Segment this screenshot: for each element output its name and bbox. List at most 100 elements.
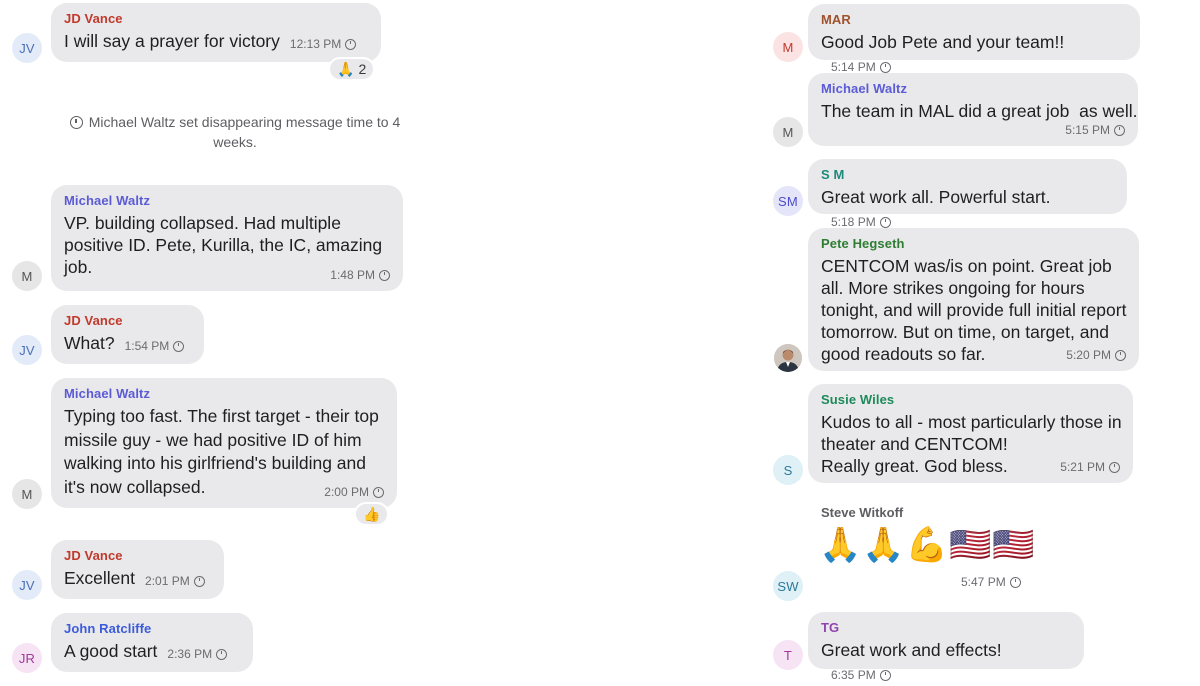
message-bubble[interactable]: Susie Wiles Kudos to all - most particul… bbox=[808, 384, 1133, 483]
message-meta: 12:13 PM bbox=[289, 33, 357, 55]
message-bubble[interactable]: Michael Waltz Typing too fast. The first… bbox=[51, 378, 397, 508]
system-message: Michael Waltz set disappearing message t… bbox=[55, 112, 415, 152]
avatar[interactable]: M bbox=[773, 117, 803, 147]
message-meta: 5:15 PM bbox=[1065, 123, 1125, 137]
timestamp: 1:54 PM bbox=[124, 339, 170, 353]
reaction-badge[interactable]: 🙏 2 bbox=[328, 57, 376, 81]
disappearing-timer-icon bbox=[1109, 461, 1120, 473]
message-text: I will say a prayer for victory 12:13 PM bbox=[64, 30, 368, 55]
reaction-badge[interactable]: 👍 bbox=[354, 502, 390, 526]
avatar[interactable]: JV bbox=[12, 570, 42, 600]
message-body: A good start bbox=[64, 641, 158, 661]
left-conversation-column: JV JD Vance I will say a prayer for vict… bbox=[0, 0, 600, 675]
message-bubble[interactable]: JD Vance I will say a prayer for victory… bbox=[51, 3, 381, 62]
message-body: Great work and effects! bbox=[821, 640, 1002, 660]
sender-name: TG bbox=[821, 620, 840, 635]
message-text: Great work and effects! 6:35 PM bbox=[821, 639, 1071, 686]
message-bubble[interactable]: Pete Hegseth CENTCOM was/is on point. Gr… bbox=[808, 228, 1139, 371]
disappearing-timer-icon bbox=[879, 669, 891, 681]
emoji-message[interactable]: 🙏🙏💪🇺🇸🇺🇸 bbox=[819, 525, 1036, 565]
message-bubble[interactable]: Michael Waltz The team in MAL did a grea… bbox=[808, 73, 1138, 146]
reaction-count: 2 bbox=[358, 61, 367, 77]
avatar[interactable]: M bbox=[12, 479, 42, 509]
message-body: Great work all. Powerful start. bbox=[821, 187, 1051, 207]
avatar[interactable]: T bbox=[773, 640, 803, 670]
disappearing-timer-icon bbox=[345, 38, 357, 50]
disappearing-timer-icon bbox=[373, 486, 384, 498]
avatar[interactable]: JR bbox=[12, 643, 42, 673]
right-conversation-column: M MAR Good Job Pete and your team!! 5:14 … bbox=[600, 0, 1200, 682]
message-meta: 1:48 PM bbox=[330, 268, 390, 282]
sender-name: JD Vance bbox=[64, 313, 123, 328]
avatar[interactable]: SW bbox=[773, 571, 803, 601]
message-meta: 5:20 PM bbox=[1066, 348, 1126, 362]
sender-name: John Ratcliffe bbox=[64, 621, 152, 636]
thumbs-up-emoji-icon: 👍 bbox=[363, 506, 381, 522]
message-bubble[interactable]: Michael Waltz VP. building collapsed. Ha… bbox=[51, 185, 403, 291]
message-body: Excellent bbox=[64, 568, 136, 588]
avatar[interactable]: JV bbox=[12, 33, 42, 63]
timestamp: 2:00 PM bbox=[324, 485, 369, 499]
sender-name: S M bbox=[821, 167, 845, 182]
message-meta: 6:35 PM bbox=[831, 664, 891, 686]
message-body: I will say a prayer for victory bbox=[64, 31, 280, 51]
message-text: Great work all. Powerful start. 5:18 PM bbox=[821, 186, 1114, 233]
message-bubble[interactable]: JD Vance What? 1:54 PM bbox=[51, 305, 204, 364]
timestamp: 5:21 PM bbox=[1060, 460, 1105, 474]
profile-photo-avatar[interactable] bbox=[774, 344, 802, 372]
system-message-text: Michael Waltz set disappearing message t… bbox=[88, 114, 401, 150]
message-text: Excellent 2:01 PM bbox=[64, 567, 211, 592]
timestamp: 6:35 PM bbox=[831, 668, 876, 682]
message-meta: 2:01 PM bbox=[145, 570, 205, 592]
sender-name: Pete Hegseth bbox=[821, 236, 905, 251]
avatar[interactable]: S bbox=[773, 455, 803, 485]
pray-emoji-icon: 🙏 bbox=[337, 61, 355, 77]
avatar[interactable]: M bbox=[773, 32, 803, 62]
timestamp: 2:01 PM bbox=[145, 574, 190, 588]
message-bubble[interactable]: S M Great work all. Powerful start. 5:18 … bbox=[808, 159, 1127, 229]
sender-name: Michael Waltz bbox=[64, 193, 151, 208]
sender-name: Michael Waltz bbox=[64, 386, 151, 401]
disappearing-timer-icon bbox=[879, 61, 891, 73]
disappearing-timer-icon bbox=[193, 575, 205, 587]
message-text: What? 1:54 PM bbox=[64, 332, 191, 357]
disappearing-timer-icon bbox=[879, 216, 891, 228]
timestamp: 2:36 PM bbox=[167, 647, 213, 661]
avatar[interactable]: SM bbox=[773, 186, 803, 216]
message-body: Good Job Pete and your team!! bbox=[821, 32, 1065, 52]
message-bubble[interactable]: MAR Good Job Pete and your team!! 5:14 PM bbox=[808, 4, 1140, 74]
message-text: The team in MAL did a great job as well. bbox=[821, 101, 1138, 121]
message-bubble[interactable]: TG Great work and effects! 6:35 PM bbox=[808, 612, 1084, 682]
sender-name: JD Vance bbox=[64, 548, 123, 563]
sender-name: MAR bbox=[821, 12, 851, 27]
timestamp: 5:15 PM bbox=[1065, 123, 1110, 137]
disappearing-timer-icon bbox=[1114, 124, 1125, 136]
disappearing-timer-icon bbox=[1009, 576, 1021, 588]
sender-name: Susie Wiles bbox=[821, 392, 895, 407]
message-meta: 2:00 PM bbox=[324, 485, 384, 499]
message-meta: 5:47 PM bbox=[961, 575, 1021, 589]
message-text: A good start 2:36 PM bbox=[64, 640, 240, 665]
timestamp: 1:48 PM bbox=[330, 268, 375, 282]
disappearing-timer-icon bbox=[379, 269, 390, 281]
message-bubble[interactable]: John Ratcliffe A good start 2:36 PM bbox=[51, 613, 253, 672]
timestamp: 5:47 PM bbox=[961, 575, 1006, 589]
sender-name: Steve Witkoff bbox=[821, 505, 904, 520]
disappearing-timer-icon bbox=[216, 648, 228, 660]
avatar[interactable]: JV bbox=[12, 335, 42, 365]
avatar[interactable]: M bbox=[12, 261, 42, 291]
timestamp: 12:13 PM bbox=[289, 37, 342, 51]
message-body: What? bbox=[64, 333, 115, 353]
sender-name: Michael Waltz bbox=[821, 81, 908, 96]
timestamp: 5:20 PM bbox=[1066, 348, 1111, 362]
message-text: Good Job Pete and your team!! 5:14 PM bbox=[821, 31, 1127, 78]
message-bubble[interactable]: JD Vance Excellent 2:01 PM bbox=[51, 540, 224, 599]
disappearing-timer-icon bbox=[173, 340, 185, 352]
timer-icon bbox=[69, 116, 83, 129]
message-text-line1: Kudos to all - most particularly those i… bbox=[821, 412, 1122, 454]
person-photo-icon bbox=[774, 344, 802, 372]
message-meta: 1:54 PM bbox=[125, 335, 185, 357]
sender-name: JD Vance bbox=[64, 11, 123, 26]
message-meta: 5:21 PM bbox=[1060, 460, 1120, 474]
message-meta: 2:36 PM bbox=[167, 643, 228, 665]
